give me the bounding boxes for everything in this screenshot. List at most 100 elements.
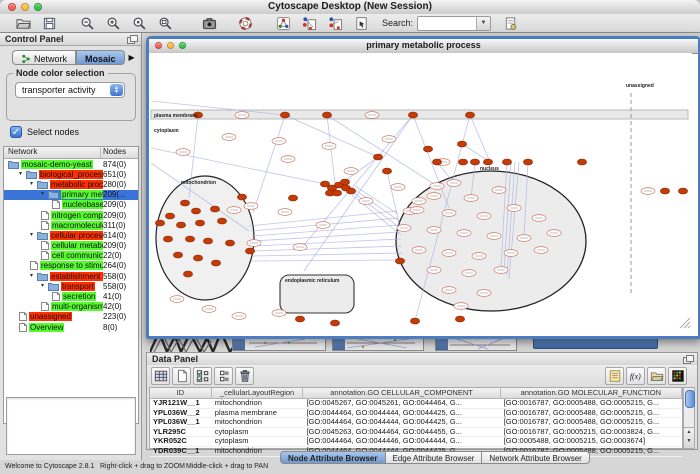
graph-node[interactable] [442,210,456,217]
new-document-icon[interactable] [497,14,523,32]
graph-node-selected[interactable] [322,112,331,118]
graph-node-selected[interactable] [470,159,479,165]
graph-node-selected[interactable] [577,159,586,165]
graph-node-selected[interactable] [373,154,382,160]
expander-icon[interactable]: ▾ [30,181,37,188]
graph-node[interactable] [281,156,295,163]
expander-icon[interactable]: ▾ [41,191,48,198]
graph-node[interactable] [365,112,379,119]
select-attributes-icon[interactable] [193,367,212,385]
graph-node[interactable] [447,180,461,187]
float-panel-icon[interactable] [127,35,138,44]
table-cell[interactable]: [GO:0016787, GO:0005488, GO:0005215, G..… [501,409,682,418]
column-header[interactable]: ID [150,388,212,398]
graph-node-selected[interactable] [225,240,234,246]
graph-node[interactable] [427,267,441,274]
graph-node[interactable] [464,195,478,202]
help-lifebuoy-icon[interactable] [232,14,258,32]
tree-row[interactable]: ▾transport558(0) [4,281,138,291]
tree-row[interactable]: ▾establishment of lo558(0) [4,271,138,281]
graph-node[interactable] [272,310,286,317]
graph-node[interactable] [170,296,184,303]
table-row[interactable]: YPL036W__1mitochondrion[GO:0044464, GO:0… [150,418,682,428]
graph-node-selected[interactable] [465,112,474,118]
birds-eye-view[interactable] [6,397,136,455]
table-cell[interactable]: cytoplasm [212,437,304,446]
table-cell[interactable]: mitochondrion [212,418,304,427]
graph-node[interactable] [547,230,561,237]
save-disk-icon[interactable] [36,14,62,32]
graph-node-selected[interactable] [155,220,164,226]
zoom-out-icon[interactable] [74,14,100,32]
tree-row[interactable]: mosaic-demo-yeast874(0) [4,159,138,169]
table-cell[interactable]: YKR052C [150,437,212,446]
graph-node[interactable] [507,205,521,212]
select-nodes-checkbox[interactable]: ✓ [10,126,22,138]
graph-node[interactable] [272,138,286,145]
graph-edge[interactable] [327,115,437,186]
graph-node[interactable] [344,168,358,175]
tree-row[interactable]: cell communicat22(0) [4,251,138,261]
heatmap-icon[interactable] [668,367,687,385]
tree-row[interactable]: macromolecule311(0) [4,220,138,230]
table-row[interactable]: YJR121W__1mitochondrion[GO:0045267, GO:0… [150,399,682,409]
graph-node-selected[interactable] [185,236,194,242]
tree-row[interactable]: cellular metabo209(0) [4,241,138,251]
new-attribute-icon[interactable] [172,367,191,385]
resize-grip[interactable] [680,318,690,328]
table-cell[interactable]: cytoplasm [212,428,304,437]
node-color-dropdown[interactable]: transporter activity ▲▼ [15,82,125,98]
graph-node[interactable] [359,198,373,205]
tree-row[interactable]: nitrogen compo209(0) [4,210,138,220]
network-graph[interactable]: plasma membranecytoplasmmitochondrionnuc… [149,53,692,330]
expander-icon[interactable]: ▾ [19,171,26,178]
graph-node-selected[interactable] [163,236,172,242]
graph-node[interactable] [176,149,190,156]
graph-node-selected[interactable] [408,112,417,118]
graph-node-selected[interactable] [395,258,404,264]
graph-node[interactable] [641,188,655,195]
table-cell[interactable]: [GO:0044464, GO:0044444, GO:0044425, G..… [303,409,500,418]
attribute-table-icon[interactable] [151,367,170,385]
graph-node[interactable] [412,198,426,205]
graph-node[interactable] [382,136,396,143]
graph-node[interactable] [442,250,456,257]
graph-node-selected[interactable] [295,316,304,322]
tree-row[interactable]: ▾metabolic process280(0) [4,179,138,189]
snapshot-camera-icon[interactable] [196,14,222,32]
tab-mosaic[interactable]: Mosaic [76,50,125,65]
graph-node-selected[interactable] [458,159,467,165]
table-cell[interactable]: YDR039C__1 [150,447,212,456]
graph-node[interactable] [322,143,336,150]
graph-node[interactable] [457,230,471,237]
graph-node[interactable] [235,112,249,119]
tree-row[interactable]: Overview8(0) [4,322,138,332]
graph-node[interactable] [494,267,508,274]
column-header[interactable]: annotation.GO CELLULAR_COMPONENT [303,388,500,398]
tree-row[interactable]: multi-organism pro42(0) [4,302,138,312]
graph-node[interactable] [487,233,501,240]
graph-node-selected[interactable] [191,208,200,214]
table-cell[interactable]: [GO:0045267, GO:0045261, GO:0044464, G..… [303,399,500,408]
search-input[interactable]: ▼ [417,16,491,31]
table-cell[interactable]: [GO:0044464, GO:0044446, GO:0044444, G..… [303,437,500,446]
graph-node[interactable] [412,247,426,254]
graph-node-selected[interactable] [382,168,391,174]
graph-node[interactable] [391,184,405,191]
column-header[interactable]: annotation.GO MOLECULAR_FUNCTION [501,388,682,398]
graph-node[interactable] [454,303,468,310]
expander-icon[interactable]: ▾ [41,283,48,290]
table-row[interactable]: YPL036W__2plasma membrane[GO:0044464, GO… [150,409,682,419]
region-plasma-membrane[interactable] [151,110,688,119]
tree-row[interactable]: secretion41(0) [4,291,138,301]
network-canvas[interactable]: plasma membranecytoplasmmitochondrionnuc… [149,53,692,330]
region-nucleus[interactable] [396,171,586,311]
graph-node[interactable] [430,183,444,190]
table-scrollbar[interactable]: ▲▼ [683,387,695,449]
graph-edge[interactable] [252,260,405,261]
graph-edge[interactable] [253,115,285,213]
table-cell[interactable]: [GO:0016787, GO:0005215, GO:0003824, G..… [501,428,682,437]
delete-attribute-icon[interactable] [235,367,254,385]
window-titlebar[interactable]: Cytoscape Desktop (New Session) [0,0,700,15]
table-cell[interactable]: plasma membrane [212,409,304,418]
